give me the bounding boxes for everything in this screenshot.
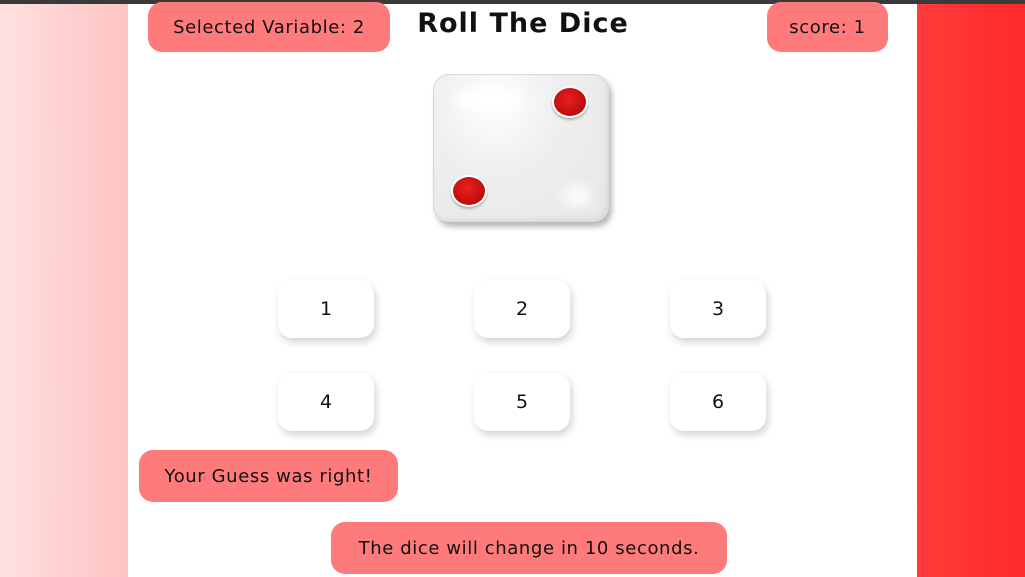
guess-button-2[interactable]: 2: [474, 280, 570, 338]
timer-message: The dice will change in 10 seconds.: [331, 522, 727, 574]
guess-button-3[interactable]: 3: [670, 280, 766, 338]
guess-button-6[interactable]: 6: [670, 373, 766, 431]
guess-button-4[interactable]: 4: [278, 373, 374, 431]
dice-pip: [451, 175, 487, 207]
dice-face: [433, 74, 609, 222]
guess-button-1[interactable]: 1: [278, 280, 374, 338]
selected-variable-badge: Selected Variable: 2: [148, 2, 390, 52]
score-badge: score: 1: [767, 2, 888, 52]
game-panel: Selected Variable: 2 Roll The Dice score…: [128, 2, 917, 577]
dice-glare: [562, 185, 592, 207]
result-message: Your Guess was right!: [139, 450, 398, 502]
dice-glare: [454, 89, 524, 111]
page-title: Roll The Dice: [417, 8, 629, 39]
dice-pip: [552, 86, 588, 118]
guess-button-5[interactable]: 5: [474, 373, 570, 431]
